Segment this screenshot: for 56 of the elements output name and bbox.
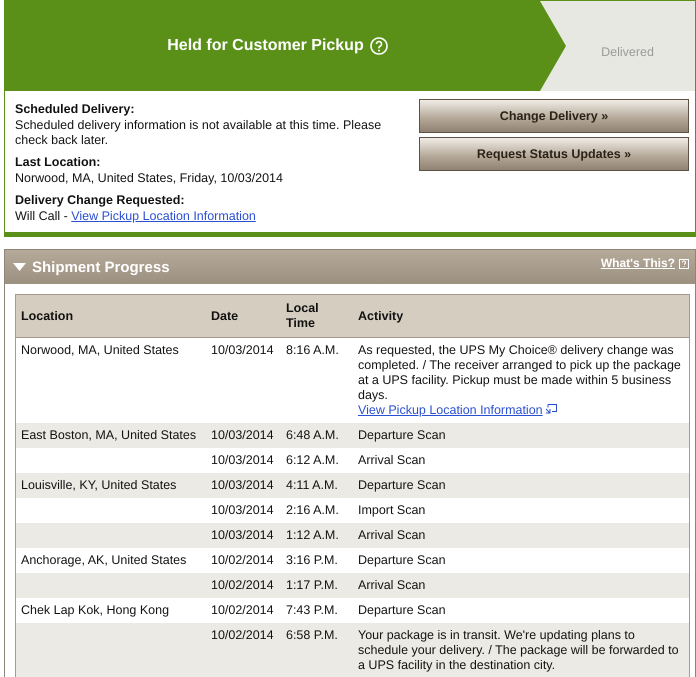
table-cell: East Boston, MA, United States xyxy=(16,423,206,448)
table-cell: Anchorage, AK, United States xyxy=(16,548,206,573)
popup-window-icon[interactable] xyxy=(546,404,558,414)
status-step: Delivered xyxy=(540,1,695,91)
detail-label: Last Location: xyxy=(15,155,102,170)
detail-label: Delivery Change Requested: xyxy=(15,193,186,208)
table-cell: 10/03/2014 xyxy=(206,498,281,523)
table-cell: 7:43 P.M. xyxy=(281,598,353,623)
action-button[interactable]: Change Delivery » xyxy=(419,99,689,133)
column-header: Date xyxy=(206,294,281,338)
action-button[interactable]: Request Status Updates » xyxy=(419,137,689,171)
table-cell: 6:48 A.M. xyxy=(281,423,353,448)
column-header: Local Time xyxy=(281,294,353,338)
table-cell: Norwood, MA, United States xyxy=(16,338,206,423)
table-cell: 8:16 A.M. xyxy=(281,338,353,423)
table-cell: 4:11 A.M. xyxy=(281,473,353,498)
activity-text: Import Scan xyxy=(358,503,426,518)
panel-title: Shipment Progress xyxy=(32,258,171,276)
table-cell: 10/02/2014 xyxy=(206,598,281,623)
activity-text: Departure Scan xyxy=(358,428,447,443)
detail-value: Will Call - xyxy=(15,209,69,223)
activity-text: Departure Scan xyxy=(358,478,447,493)
table-cell: 10/02/2014 xyxy=(206,548,281,573)
activity-text: Arrival Scan xyxy=(358,453,426,468)
pickup-location-link[interactable]: View Pickup Location Information xyxy=(71,209,256,223)
table-cell: 2:16 A.M. xyxy=(281,498,353,523)
table-cell: 6:58 P.M. xyxy=(281,623,353,677)
table-cell: 3:16 P.M. xyxy=(281,548,353,573)
table-cell: Chek Lap Kok, Hong Kong xyxy=(16,598,206,623)
column-header: Location xyxy=(16,294,206,338)
table-cell: 10/03/2014 xyxy=(206,423,281,448)
activity-text: As requested, the UPS My Choice® delivery change was completed. / The receiver arranged to pick up the package at a UPS facility. Pickup must be made within 5 business days. xyxy=(358,343,682,403)
activity-text: Arrival Scan xyxy=(358,578,426,593)
table-cell: 10/03/2014 xyxy=(206,448,281,473)
table-cell: 1:17 P.M. xyxy=(281,573,353,598)
activity-text: Your package is in transit. We're updating plans to schedule your delivery. / The package will be forwarded to a UPS facility in the destination city. xyxy=(358,628,680,673)
help-icon[interactable] xyxy=(679,259,689,269)
table-cell: 10/02/2014 xyxy=(206,573,281,598)
help-icon[interactable] xyxy=(370,37,388,55)
table-cell: 10/03/2014 xyxy=(206,523,281,548)
table-cell: 10/03/2014 xyxy=(206,338,281,423)
activity-text: Departure Scan xyxy=(358,603,447,618)
table-cell: 10/02/2014 xyxy=(206,623,281,677)
table-cell: 6:12 A.M. xyxy=(281,448,353,473)
table-cell: 1:12 A.M. xyxy=(281,523,353,548)
collapse-triangle-icon[interactable] xyxy=(13,262,26,272)
detail-value: Scheduled delivery information is not available at this time. Please check back later. xyxy=(15,118,382,148)
column-header: Activity xyxy=(353,294,690,338)
detail-value: Norwood, MA, United States, Friday, 10/03/2014 xyxy=(15,171,284,186)
table-cell: Louisville, KY, United States xyxy=(16,473,206,498)
table-cell: 10/03/2014 xyxy=(206,473,281,498)
activity-text: Arrival Scan xyxy=(358,528,426,543)
activity-text: Departure Scan xyxy=(358,553,447,568)
pickup-location-link[interactable]: View Pickup Location Information xyxy=(358,403,543,417)
current-status: Held for Customer Pickup xyxy=(5,1,540,91)
detail-label: Scheduled Delivery: xyxy=(15,102,136,117)
